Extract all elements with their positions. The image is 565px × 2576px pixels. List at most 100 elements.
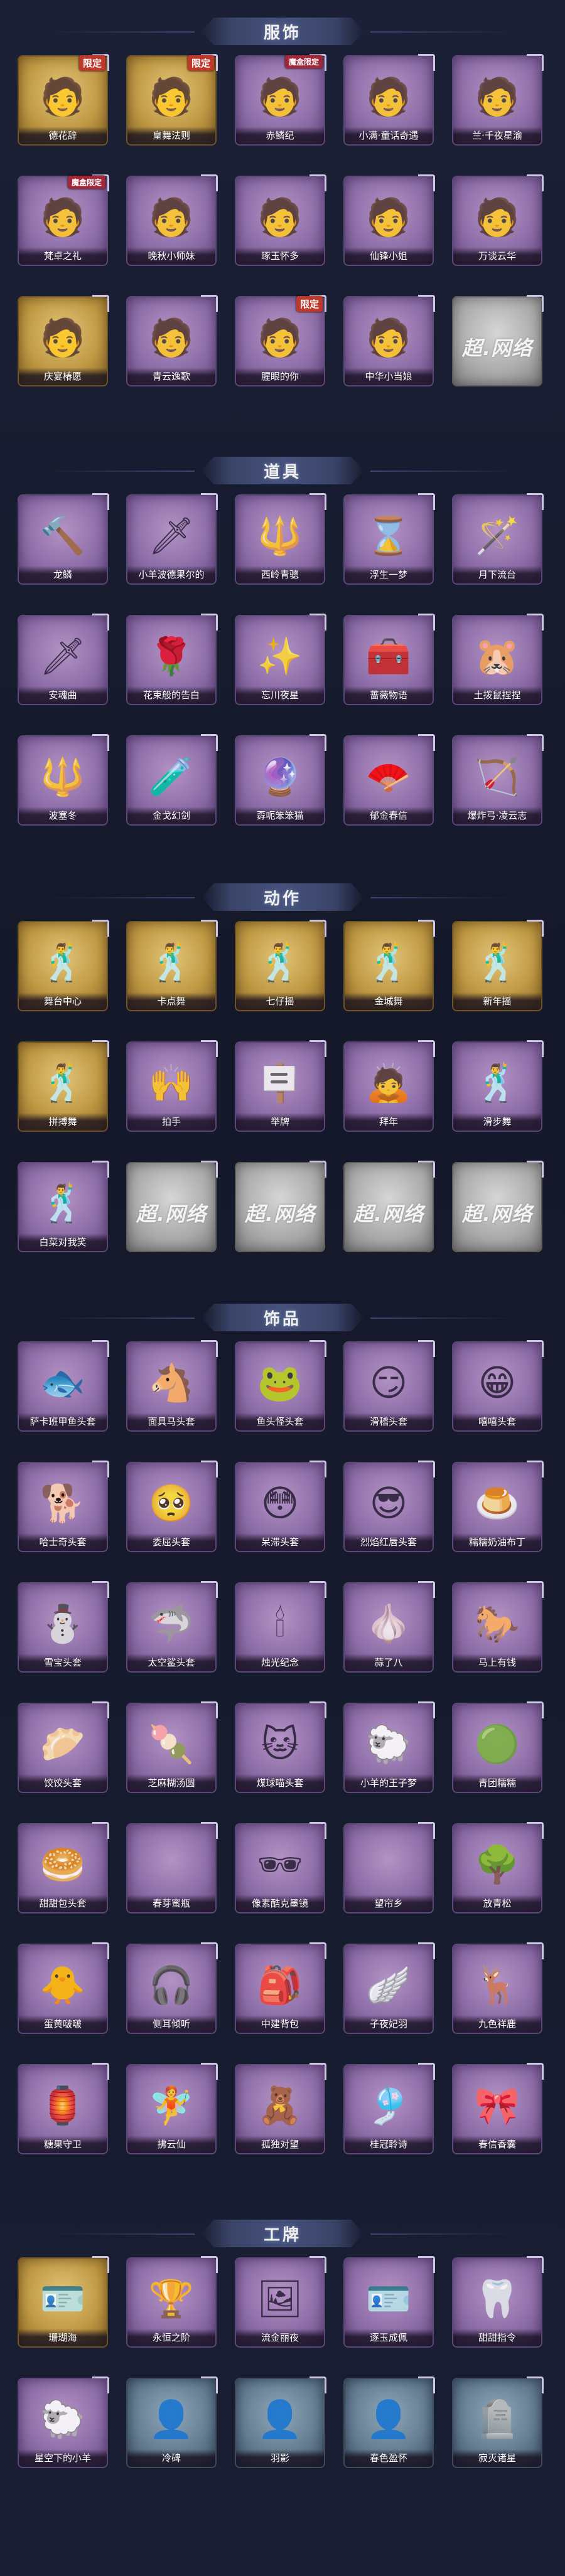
item-card[interactable]: 🪦 寂灭诸星 — [453, 2376, 544, 2467]
item-card[interactable]: 🥺 委屈头套 — [127, 1461, 218, 1551]
item-card[interactable]: 🧰 蔷薇物语 — [345, 614, 435, 704]
item-card[interactable]: 🧄 蒜了八 — [345, 1581, 435, 1671]
item-card[interactable]: 🏆 永恒之阶 — [127, 2256, 218, 2346]
item-card[interactable]: 🥟 饺饺头套 — [19, 1701, 109, 1792]
card-corner-ornament — [92, 2376, 109, 2393]
item-card[interactable]: ✨ 忘川夜星 — [236, 614, 326, 704]
item-card[interactable]: 👤 春色盈怀 — [345, 2376, 435, 2467]
item-card[interactable]: 🔮 孬呃笨笨猫 — [236, 734, 326, 824]
item-card[interactable]: 🪧 举牌 — [236, 1040, 326, 1131]
item-thumbnail-icon: 🔨 — [40, 514, 86, 558]
item-card[interactable]: 🙇 拜年 — [345, 1040, 435, 1131]
item-card[interactable]: 🎀 春信香囊 — [453, 2063, 544, 2153]
item-card[interactable]: 🧸 孤独对望 — [236, 2063, 326, 2153]
item-card[interactable]: 🕺 七仔摇 — [236, 920, 326, 1010]
item-card[interactable]: 🧑 限定 腥眼的你 — [236, 295, 326, 385]
item-card[interactable]: 🧪 金戈幻剑 — [127, 734, 218, 824]
item-card[interactable]: 🎐 桂冠聆诗 — [345, 2063, 435, 2153]
item-card[interactable]: 🦌 九色祥鹿 — [453, 1942, 544, 2033]
item-card[interactable]: 👤 羽影 — [236, 2376, 326, 2467]
item-card[interactable]: 超.网络 — [236, 1161, 326, 1251]
item-card[interactable]: 🐑 星空下的小羊 — [19, 2376, 109, 2467]
item-card[interactable]: 🕺 拼搏舞 — [19, 1040, 109, 1131]
item-card[interactable]: 🗡 小羊波德果尔的 — [127, 493, 218, 583]
item-card[interactable]: 🎧 侧耳倾听 — [127, 1942, 218, 2033]
item-card[interactable]: 🔱 波塞冬 — [19, 734, 109, 824]
item-card[interactable]: 🪄 月下流台 — [453, 493, 544, 583]
item-card[interactable]: 🧑 魔盒限定 梵卓之礼 — [19, 174, 109, 265]
item-card[interactable]: 🖼 流金丽夜 — [236, 2256, 326, 2346]
item-card[interactable]: 🏮 糖果守卫 — [19, 2063, 109, 2153]
item-name: 白菜对我笑 — [19, 1233, 107, 1251]
item-card[interactable]: 🧑 万谈云华 — [453, 174, 544, 265]
item-card[interactable]: 🗡 安魂曲 — [19, 614, 109, 704]
item-card[interactable]: 🙌 拍手 — [127, 1040, 218, 1131]
item-card[interactable]: 🧑 晚秋小师妹 — [127, 174, 218, 265]
item-card[interactable]: 😁 嘻嘻头套 — [453, 1340, 544, 1430]
item-card[interactable]: 🏹 爆炸弓·凌云志 — [453, 734, 544, 824]
item-card[interactable]: 🕺 金城舞 — [345, 920, 435, 1010]
item-grid: 🪪 珊瑚海 🏆 永恒之阶 🖼 流金丽夜 🪪 逐玉成佩 🦷 甜甜指令 🐑 星空下的小羊 👤 冷碑 👤 羽影 👤 春色… — [19, 2256, 544, 2467]
item-card[interactable]: 🍡 芝麻糊汤圆 — [127, 1701, 218, 1792]
item-card[interactable]: 🐱 煤球喵头套 — [236, 1701, 326, 1792]
item-card[interactable]: 🕺 白菜对我笑 — [19, 1161, 109, 1251]
item-card[interactable]: 🕶 像素酷克墨镜 — [236, 1822, 326, 1912]
item-card[interactable]: 🕺 舞台中心 — [19, 920, 109, 1010]
item-card[interactable]: 🧑 兰·千夜星渝 — [453, 54, 544, 144]
item-card[interactable]: 🐟 萨卡班甲鱼头套 — [19, 1340, 109, 1430]
item-card[interactable]: 😏 滑稽头套 — [345, 1340, 435, 1430]
item-card[interactable]: 🪪 逐玉成佩 — [345, 2256, 435, 2346]
item-card[interactable]: 🧑 魔盒限定 赤鳞纪 — [236, 54, 326, 144]
item-card[interactable]: 🪽 子夜妃羽 — [345, 1942, 435, 2033]
item-card[interactable]: 🧑 限定 皇舞法则 — [127, 54, 218, 144]
item-card[interactable]: 🧑 青云逸歌 — [127, 295, 218, 385]
item-card[interactable]: 🕺 新年摇 — [453, 920, 544, 1010]
item-card[interactable]: 🐑 小羊的王子梦 — [345, 1701, 435, 1792]
item-card[interactable]: 望帘乡 — [345, 1822, 435, 1912]
item-card[interactable]: 🐥 蛋黄啵啵 — [19, 1942, 109, 2033]
item-card[interactable]: 🐕 哈士奇头套 — [19, 1461, 109, 1551]
item-card[interactable]: 🍮 糯糯奶油布丁 — [453, 1461, 544, 1551]
item-card[interactable]: 🧑 庆宴椿愿 — [19, 295, 109, 385]
item-card[interactable]: 🟢 青团糯糯 — [453, 1701, 544, 1792]
item-card[interactable]: 👤 冷碑 — [127, 2376, 218, 2467]
item-name: 甜甜包头套 — [19, 1895, 107, 1912]
item-card[interactable]: 🥯 甜甜包头套 — [19, 1822, 109, 1912]
item-card[interactable]: 超.网络 — [345, 1161, 435, 1251]
item-card[interactable]: ⛄ 雪宝头套 — [19, 1581, 109, 1671]
item-card[interactable]: 🔱 西岭青骢 — [236, 493, 326, 583]
item-card[interactable]: 🧑 琢玉怀多 — [236, 174, 326, 265]
item-card[interactable]: 春芽蜜瓶 — [127, 1822, 218, 1912]
item-card[interactable]: 🦷 甜甜指令 — [453, 2256, 544, 2346]
item-card[interactable]: ⌛ 浮生一梦 — [345, 493, 435, 583]
item-card[interactable]: 🧑 限定 德花辞 — [19, 54, 109, 144]
item-card[interactable]: 🕺 滑步舞 — [453, 1040, 544, 1131]
item-card[interactable]: 超.网络 — [127, 1161, 218, 1251]
item-card[interactable]: 🎒 中建背包 — [236, 1942, 326, 2033]
item-card[interactable]: 超.网络 — [453, 295, 544, 385]
item-card[interactable]: 🧚 拂云仙 — [127, 2063, 218, 2153]
item-card[interactable]: 🧑 仙锋小姐 — [345, 174, 435, 265]
item-card[interactable]: 🕯 烛光纪念 — [236, 1581, 326, 1671]
item-card[interactable]: 🕺 卡点舞 — [127, 920, 218, 1010]
item-card[interactable]: 超.网络 — [453, 1161, 544, 1251]
card-corner-ornament — [418, 920, 435, 937]
item-card[interactable]: 🪪 珊瑚海 — [19, 2256, 109, 2346]
item-card[interactable]: 😎 烈焰红唇头套 — [345, 1461, 435, 1551]
item-card[interactable]: 😳 呆滞头套 — [236, 1461, 326, 1551]
item-card[interactable]: 🌳 放青松 — [453, 1822, 544, 1912]
item-card[interactable]: 🧑 中华小当娘 — [345, 295, 435, 385]
item-card[interactable]: 🔨 龙鳞 — [19, 493, 109, 583]
item-card[interactable]: 🌹 花束般的告白 — [127, 614, 218, 704]
card-corner-ornament — [527, 1581, 544, 1598]
item-thumbnail-icon: 🍮 — [474, 1482, 520, 1525]
item-card[interactable]: 🦈 太空鲨头套 — [127, 1581, 218, 1671]
item-card[interactable]: 🐎 马上有钱 — [453, 1581, 544, 1671]
item-name: 面具马头套 — [127, 1413, 215, 1430]
item-card[interactable]: 🧑 小满·童话奇遇 — [345, 54, 435, 144]
item-card[interactable]: 🪭 郁金春信 — [345, 734, 435, 824]
item-card[interactable]: 🐸 鱼头怪头套 — [236, 1340, 326, 1430]
item-card[interactable]: 🐹 土拨鼠捏捏 — [453, 614, 544, 704]
item-card[interactable]: 🐴 面具马头套 — [127, 1340, 218, 1430]
card-corner-ornament — [418, 1461, 435, 1477]
